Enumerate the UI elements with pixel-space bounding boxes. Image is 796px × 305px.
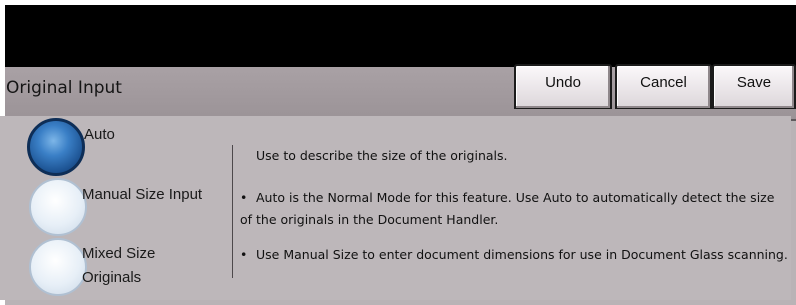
description-bullet: • Use Manual Size to enter document dimen… — [240, 244, 790, 266]
top-status-bar — [5, 5, 796, 67]
radio-mixed-size-originals[interactable] — [29, 238, 87, 296]
bullet-icon: • — [240, 190, 248, 205]
radio-label-manual-size-input[interactable]: Manual Size Input — [82, 183, 202, 207]
radio-label-mixed-size-originals[interactable]: Mixed Size Originals — [82, 242, 192, 290]
radio-manual-size-input[interactable] — [29, 178, 87, 236]
description-bullet-text: Use Manual Size to enter document dimens… — [256, 247, 788, 262]
description-bullet: • Auto is the Normal Mode for this featur… — [240, 187, 790, 231]
description-intro: Use to describe the size of the original… — [256, 148, 508, 163]
radio-label-auto[interactable]: Auto — [84, 123, 115, 147]
bullet-icon: • — [240, 247, 248, 262]
cancel-button[interactable]: Cancel — [615, 64, 712, 109]
description-bullet-text: Auto is the Normal Mode for this feature… — [240, 190, 775, 227]
divider — [232, 145, 233, 278]
page-title: Original Input — [6, 78, 122, 98]
radio-auto[interactable] — [27, 118, 85, 176]
undo-button[interactable]: Undo — [514, 64, 612, 109]
save-button[interactable]: Save — [712, 64, 796, 109]
